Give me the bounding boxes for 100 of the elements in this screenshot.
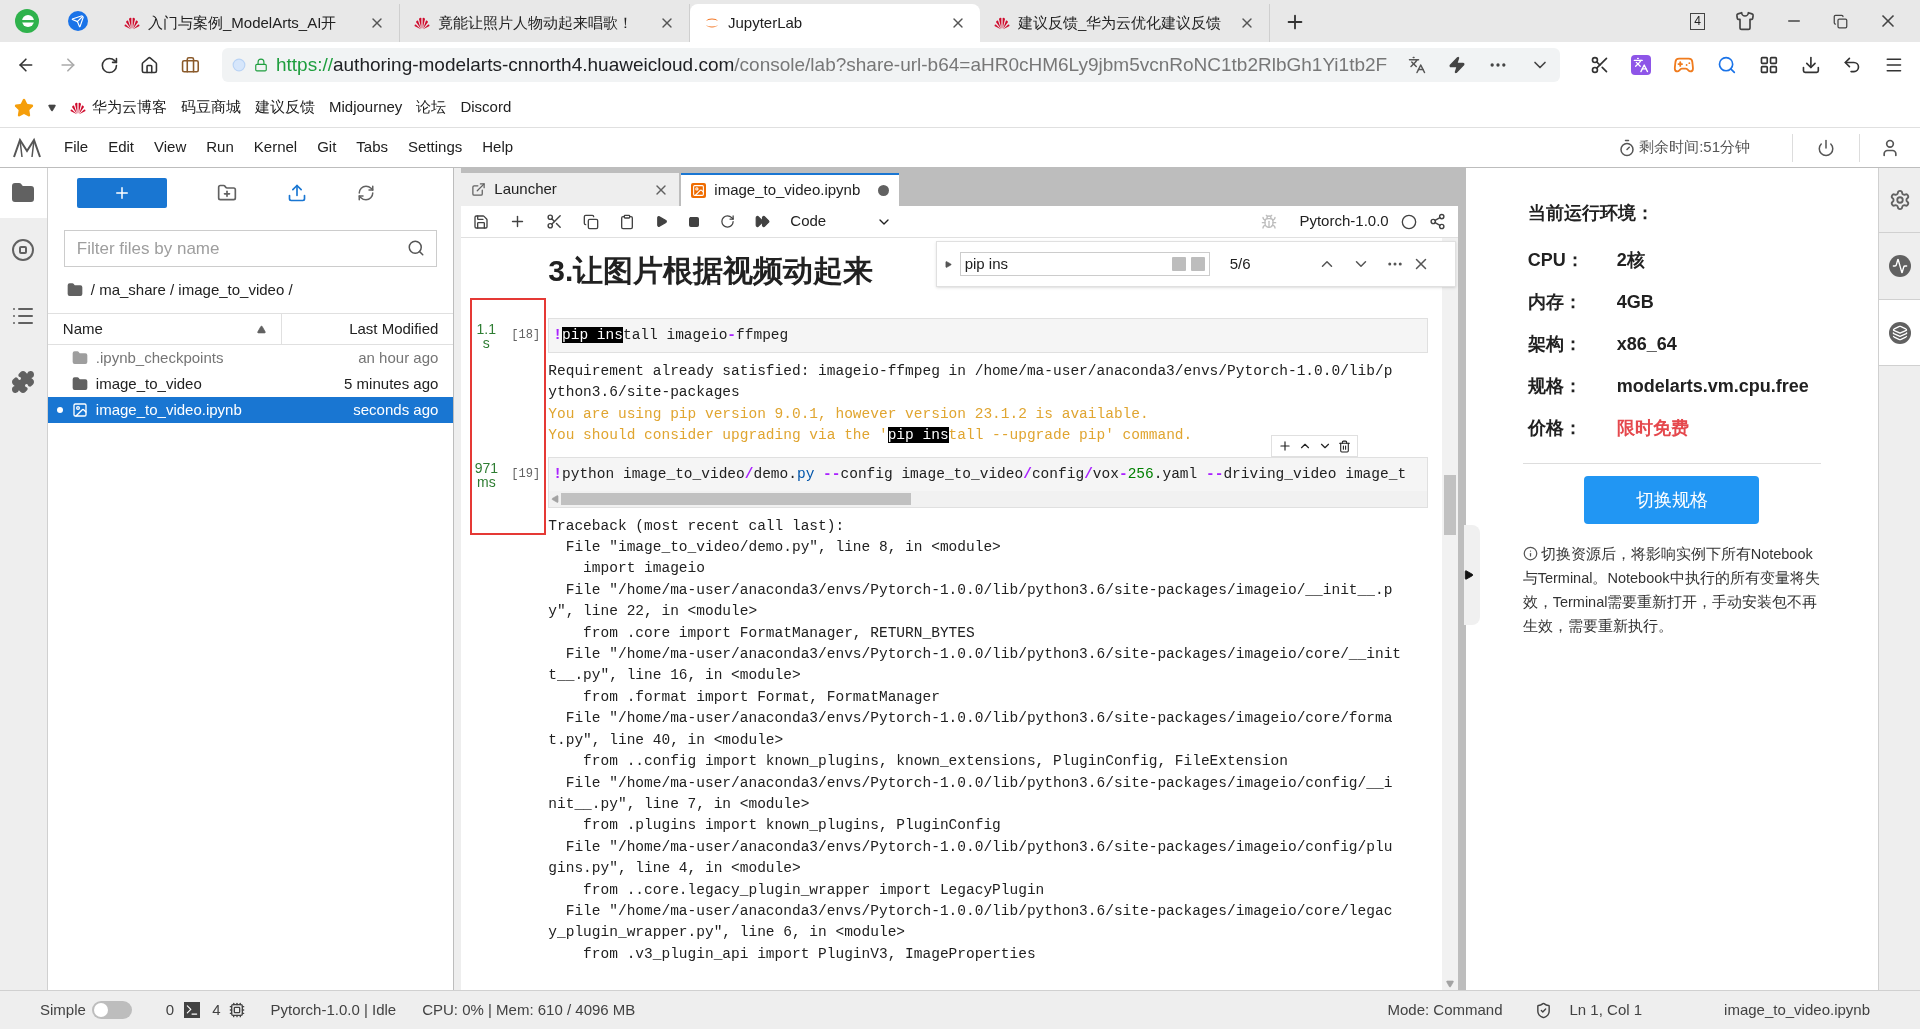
menu-icon[interactable]	[1884, 55, 1904, 75]
code-input[interactable]: !pip install imageio-ffmpeg	[548, 318, 1428, 353]
launcher-icon	[471, 182, 487, 197]
menu-item[interactable]: Run	[196, 136, 244, 159]
plus-icon[interactable]	[1277, 439, 1292, 453]
code-input[interactable]: !python image_to_video/demo.py --config image_to_video/config/vox-256.yaml --driving_video image_t	[548, 456, 1428, 508]
layers-icon[interactable]	[1888, 321, 1911, 344]
output-line: t.py", line 40, in <module>	[548, 730, 785, 750]
stop-circle-icon[interactable]	[11, 238, 36, 262]
search-icon	[407, 239, 426, 257]
briefcase-icon[interactable]	[181, 55, 200, 75]
notebook-tab[interactable]: image_to_video.ipynb	[681, 173, 900, 206]
share-icon[interactable]	[1428, 213, 1446, 230]
caret-icon[interactable]	[48, 103, 56, 112]
horizontal-scrollbar[interactable]	[549, 490, 1427, 507]
save-icon[interactable]	[473, 213, 490, 230]
output-line: from .v3_plugin_api import PluginV3, ImageProperties	[582, 944, 1037, 964]
folder-icon	[66, 282, 83, 298]
run-icon[interactable]	[655, 215, 669, 228]
output-line: File "/home/ma-user/anaconda3/envs/Pytorch-1.0.0/lib/python3.6/site-packages/imageio/core/__init	[564, 645, 1403, 665]
cursor-position[interactable]: Ln 1, Col 1	[1569, 998, 1643, 1022]
gears-icon[interactable]	[1888, 189, 1911, 211]
star-icon[interactable]	[14, 97, 34, 118]
folder-icon[interactable]	[11, 181, 36, 205]
breadcrumb-path[interactable]: / ma_share / image_to_video /	[90, 278, 293, 302]
grid-icon[interactable]	[1758, 55, 1779, 75]
menu-item[interactable]: Edit	[98, 136, 145, 159]
new-launcher-button[interactable]	[76, 178, 167, 208]
warning-line: You should consider upgrading via the 'pip install --upgrade pip' command.	[548, 426, 1194, 446]
reload-icon[interactable]	[99, 55, 119, 75]
lightning-icon[interactable]	[1447, 56, 1466, 74]
output-line: t__.py", line 16, in <module>	[548, 666, 802, 686]
menu-item[interactable]: Settings	[398, 136, 473, 159]
bookmark-link[interactable]: 建议反馈	[255, 96, 315, 119]
file-row[interactable]: image_to_video 5 minutes ago	[47, 371, 454, 397]
refresh-icon[interactable]	[356, 184, 375, 202]
terminal-count[interactable]: 0	[165, 998, 175, 1022]
scrollbar-thumb[interactable]	[1443, 475, 1456, 535]
vertical-scrollbar[interactable]	[1441, 238, 1458, 990]
kernel-count[interactable]: 4	[212, 998, 221, 1022]
match-count: 5/6	[1229, 253, 1252, 274]
menu-item[interactable]: File	[54, 136, 99, 159]
tab-count[interactable]: 4	[1690, 12, 1705, 30]
shirt-icon[interactable]	[1735, 11, 1755, 31]
power-icon[interactable]	[1817, 138, 1835, 157]
output-line: nit__.py", line 7, in <module>	[548, 794, 811, 814]
bookmark-link[interactable]: 论坛	[416, 96, 447, 119]
bookmark-link[interactable]: 华为云博客	[70, 96, 167, 119]
column-header[interactable]: Name	[47, 314, 282, 344]
flower-logo-icon	[70, 100, 86, 115]
delete-icon[interactable]	[1337, 439, 1351, 453]
new-folder-icon[interactable]	[216, 183, 237, 203]
kernel-status[interactable]: Pytorch-1.0.0 | Idle	[270, 998, 397, 1022]
fast-forward-icon[interactable]	[755, 214, 771, 229]
scrollbar-thumb[interactable]	[561, 492, 912, 505]
output-line: File "/home/ma-user/anaconda3/envs/Pytorch-1.0.0/lib/python3.6/site-packages/imageio/__init__.p	[564, 580, 1394, 600]
puzzle-icon[interactable]	[11, 370, 36, 394]
tab-title: 竟能让照片人物动起来唱歌！	[438, 12, 634, 33]
bookmark-link[interactable]: Midjourney	[329, 96, 403, 119]
warning-line: You are using pip version 9.0.1, however version 23.1.2 is available.	[548, 404, 1150, 424]
copy-icon[interactable]	[583, 213, 600, 230]
simple-mode-switch[interactable]	[91, 1001, 132, 1019]
scissors-icon[interactable]	[1589, 55, 1610, 75]
lock-icon	[253, 58, 268, 72]
translate-icon[interactable]	[1407, 56, 1426, 74]
upload-icon[interactable]	[286, 183, 307, 203]
bookmark-link[interactable]: Discord	[460, 96, 512, 119]
tab-title: 入门与案例_ModelArts_AI开	[148, 12, 338, 33]
translate-icon[interactable]	[1631, 55, 1652, 75]
file-row[interactable]: image_to_video.ipynb seconds ago	[47, 397, 454, 423]
search-icon[interactable]	[1717, 55, 1737, 75]
restore-icon[interactable]	[1833, 13, 1848, 29]
address-field[interactable]: https://authoring-modelarts-cnnorth4.huaweicloud.com/console/lab?share-url-b64=aHR0cHM6Ly9jbm5vcnRoNC1tb2RlbGh1Yi1tb2F	[221, 48, 1560, 82]
bookmark-link[interactable]: 码豆商城	[181, 96, 241, 119]
stop-icon[interactable]	[688, 215, 701, 228]
cell-type-dropdown[interactable]: Code	[790, 210, 893, 233]
notebook-tab[interactable]: Launcher	[461, 173, 680, 206]
menu-item[interactable]: Git	[307, 136, 347, 159]
terminal-icon[interactable]	[184, 1002, 201, 1018]
restart-icon[interactable]	[720, 214, 736, 229]
filter-field[interactable]: Filter files by name	[63, 230, 438, 267]
browser-tab[interactable]: JupyterLab	[690, 4, 980, 42]
menu-item[interactable]: Tabs	[346, 136, 399, 159]
chip-icon[interactable]	[228, 1002, 245, 1018]
paste-icon[interactable]	[619, 213, 636, 230]
shield-icon[interactable]	[1534, 1001, 1552, 1019]
column-header[interactable]: Last Modified	[281, 314, 454, 344]
user-icon[interactable]	[1880, 137, 1900, 158]
menu-item[interactable]: View	[144, 136, 197, 159]
expand-icon[interactable]	[944, 260, 952, 268]
menu-item[interactable]: Help	[472, 136, 524, 159]
file-row[interactable]: .ipynb_checkpoints an hour ago	[47, 345, 454, 371]
collapse-handle[interactable]	[1463, 525, 1480, 625]
kernel-name[interactable]: Pytorch-1.0.0	[1299, 210, 1389, 233]
monitor-icon[interactable]	[1888, 255, 1911, 277]
cut-icon[interactable]	[546, 213, 564, 230]
menu-item[interactable]: Kernel	[243, 136, 308, 159]
browser-logo-icon	[14, 8, 40, 34]
download-icon[interactable]	[1800, 55, 1821, 75]
home-icon[interactable]	[140, 55, 160, 75]
